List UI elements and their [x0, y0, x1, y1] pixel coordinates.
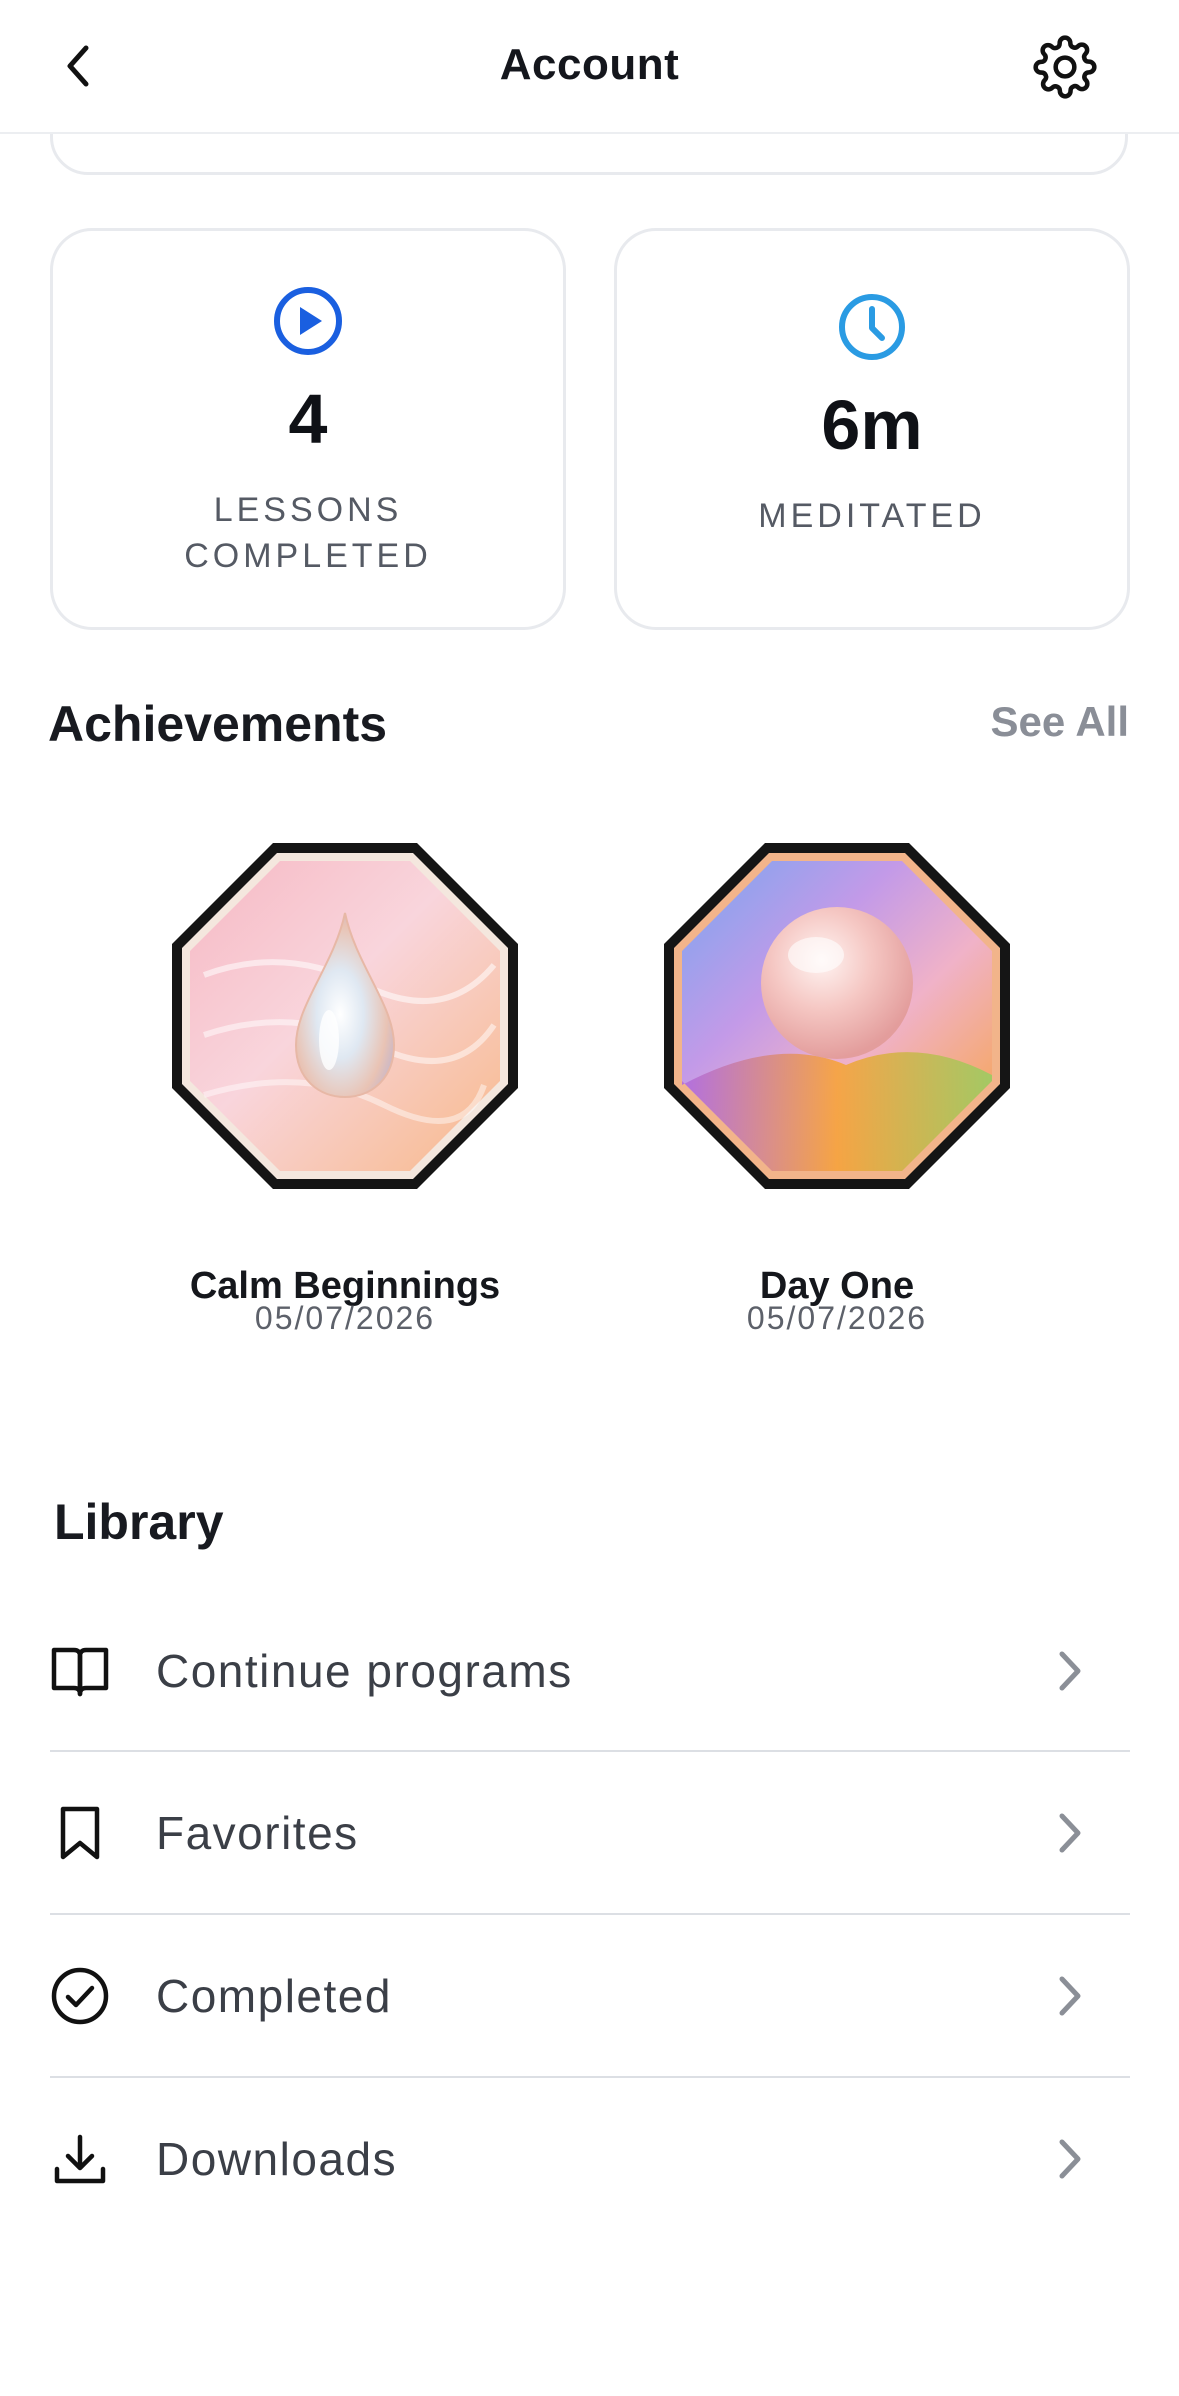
pearl-sphere-badge	[664, 843, 1010, 1189]
library-item-label: Favorites	[156, 1807, 359, 1859]
water-drop-badge	[172, 843, 518, 1189]
see-all-link[interactable]: See All	[990, 698, 1129, 746]
lessons-label: LESSONS COMPLETED	[184, 491, 432, 575]
chevron-right-icon	[1050, 1646, 1090, 1696]
lessons-completed-card: 4 LESSONS COMPLETED	[50, 228, 566, 630]
play-circle-icon	[53, 285, 563, 357]
library-item-favorites[interactable]: Favorites	[50, 1752, 1130, 1914]
chevron-right-icon	[1050, 1808, 1090, 1858]
chevron-right-icon	[1050, 1971, 1090, 2021]
chevron-right-icon	[1050, 2134, 1090, 2184]
download-icon	[50, 2129, 110, 2189]
achievement-badge-day-one[interactable]	[656, 835, 1018, 1197]
library-item-downloads[interactable]: Downloads	[50, 2078, 1130, 2240]
meditated-card: 6m MEDITATED	[614, 228, 1130, 630]
achievement-date: 05/07/2026	[746, 1300, 928, 1336]
achievements-title: Achievements	[48, 696, 388, 752]
bookmark-icon	[50, 1803, 110, 1863]
open-book-icon	[50, 1641, 110, 1701]
library-item-continue-programs[interactable]: Continue programs	[50, 1590, 1130, 1752]
achievement-badge-calm-beginnings[interactable]	[164, 835, 526, 1197]
settings-button[interactable]	[1030, 32, 1100, 102]
meditated-label: MEDITATED	[758, 497, 986, 535]
check-circle-icon	[50, 1966, 110, 2026]
meditated-value: 6m	[821, 386, 923, 464]
clock-icon	[617, 291, 1127, 363]
library-item-label: Completed	[156, 1970, 392, 2022]
top-bar: Account	[0, 0, 1179, 134]
library-item-label: Continue programs	[156, 1645, 573, 1697]
library-title: Library	[54, 1494, 224, 1550]
library-item-label: Downloads	[156, 2133, 398, 2185]
library-item-completed[interactable]: Completed	[50, 1915, 1130, 2077]
page-title: Account	[499, 40, 680, 89]
achievement-date: 05/07/2026	[254, 1300, 436, 1336]
gear-icon	[1033, 35, 1097, 99]
lessons-count: 4	[288, 380, 328, 458]
